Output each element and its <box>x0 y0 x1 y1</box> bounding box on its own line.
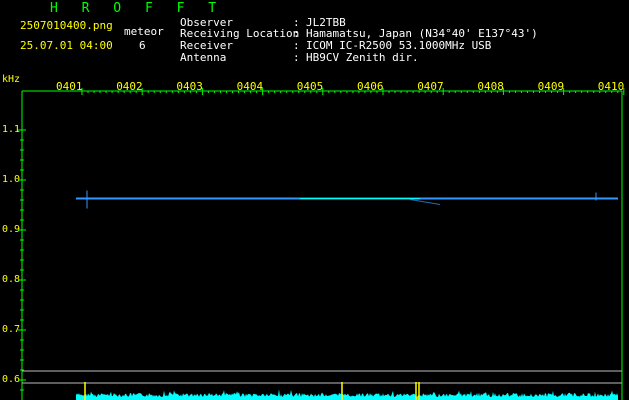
hrofft-display: H R O F F T 2507010400.png meteor 25.07.… <box>0 0 629 400</box>
meteor-echo-trace <box>409 199 441 205</box>
noise-floor <box>76 389 618 400</box>
spectrogram-plot <box>18 88 625 400</box>
